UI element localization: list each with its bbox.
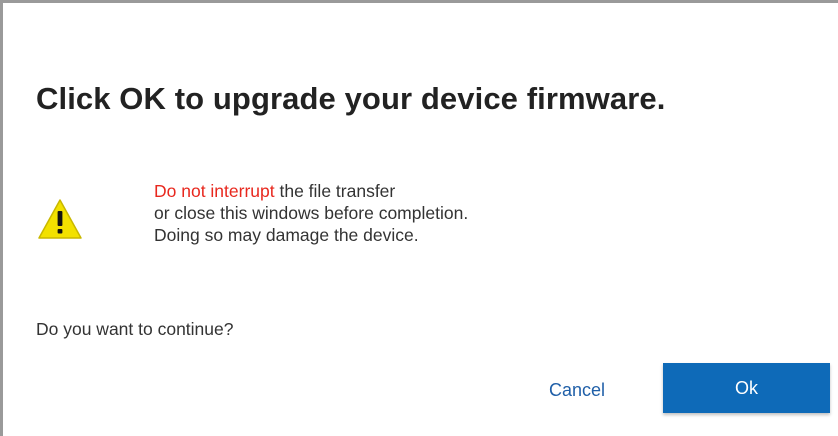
ok-button[interactable]: Ok <box>663 363 830 413</box>
cancel-button[interactable]: Cancel <box>531 371 623 409</box>
warning-line-1-rest: the file transfer <box>274 181 396 201</box>
dialog-title: Click OK to upgrade your device firmware… <box>36 81 666 116</box>
confirmation-question: Do you want to continue? <box>36 319 234 339</box>
firmware-upgrade-dialog: Click OK to upgrade your device firmware… <box>0 0 838 436</box>
warning-message: Do not interrupt the file transfer or cl… <box>154 180 468 246</box>
warning-line-3: Doing so may damage the device. <box>154 225 419 245</box>
warning-line-2: or close this windows before completion. <box>154 203 469 223</box>
warning-triangle-icon <box>38 199 82 239</box>
warning-line-1: Do not interrupt the file transfer <box>154 180 468 202</box>
warning-highlight: Do not interrupt <box>154 181 275 201</box>
